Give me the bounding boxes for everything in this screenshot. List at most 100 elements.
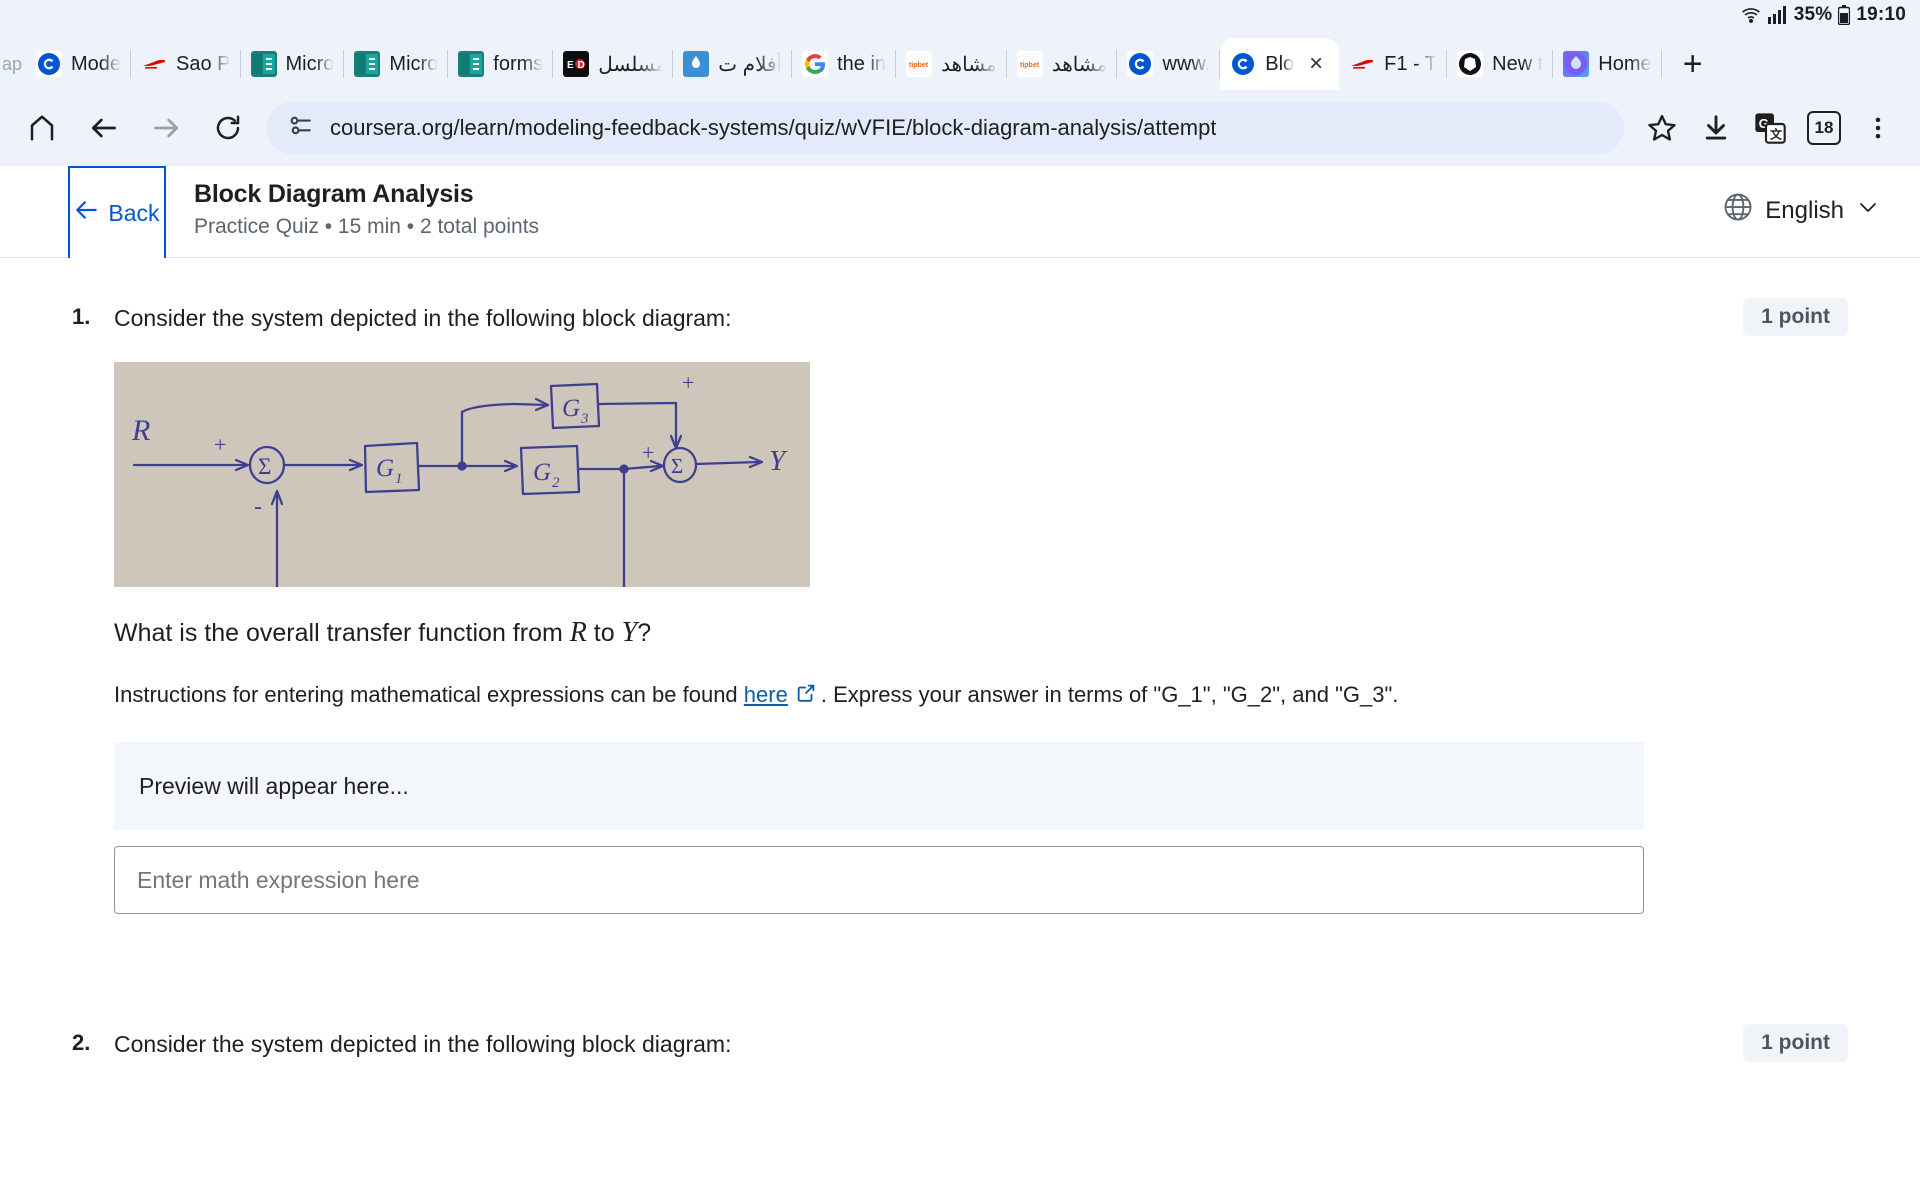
site-settings-icon[interactable] xyxy=(288,113,314,144)
close-icon[interactable]: × xyxy=(1303,50,1329,77)
tab-mosalsal[interactable]: ED مسلسل xyxy=(553,38,674,90)
tab-sao-paulo[interactable]: Sao P xyxy=(131,38,241,90)
microsoft-forms-icon xyxy=(250,51,277,77)
tab-label: Home xyxy=(1598,52,1652,75)
question-1: 1. Consider the system depicted in the f… xyxy=(0,258,1920,915)
tab-mode[interactable]: Mode xyxy=(26,38,132,90)
battery-icon xyxy=(1838,5,1851,25)
instructions-link[interactable]: here xyxy=(744,682,788,707)
svg-text:G: G xyxy=(562,395,580,422)
math-symbol-r: R xyxy=(569,617,587,649)
star-icon[interactable] xyxy=(1638,104,1686,152)
question-text-mid: to xyxy=(586,619,622,648)
coursera-icon xyxy=(1230,51,1257,77)
tab-label: Blo xyxy=(1265,52,1295,75)
tipbet-icon: tipbet xyxy=(906,51,933,77)
tab-aflam[interactable]: أفلام ت xyxy=(673,38,792,90)
tab-home-copilot[interactable]: Home xyxy=(1553,38,1662,90)
svg-text:Σ: Σ xyxy=(671,454,683,478)
coursera-icon xyxy=(36,51,62,77)
tipbet-icon: tipbet xyxy=(1016,51,1043,77)
math-expression-input[interactable]: Enter math expression here xyxy=(114,846,1644,915)
tab-label: F1 - T xyxy=(1384,52,1438,75)
block-diagram-image-1: R Y G1 G2 G3 Σ Σ + - + + xyxy=(114,362,1644,588)
download-icon[interactable] xyxy=(1692,104,1740,152)
wifi-icon xyxy=(1740,5,1762,25)
svg-text:文: 文 xyxy=(1770,127,1783,142)
svg-text:+: + xyxy=(642,440,654,465)
home-icon[interactable] xyxy=(18,104,66,152)
quiz-meta: Block Diagram Analysis Practice Quiz • 1… xyxy=(166,166,1723,239)
svg-text:Σ: Σ xyxy=(258,454,271,479)
question-number: 1. xyxy=(72,304,91,329)
tab-label: Mode xyxy=(71,52,122,75)
tab-label: New t xyxy=(1492,52,1544,75)
tab-strip: ap Mode Sao P Micro Micro forms ED مسلسل… xyxy=(0,30,1920,90)
f1-icon xyxy=(1349,51,1375,77)
globe-icon xyxy=(1723,192,1753,229)
question-text-post: ? xyxy=(637,619,652,648)
google-translate-icon[interactable]: G 文 xyxy=(1746,104,1794,152)
microsoft-forms-icon xyxy=(354,51,381,77)
svg-text:1: 1 xyxy=(395,471,403,487)
svg-text:tipbet: tipbet xyxy=(1020,62,1040,69)
instructions-pre: Instructions for entering mathematical e… xyxy=(114,682,744,708)
svg-text:D: D xyxy=(578,60,585,71)
tab-counter-button[interactable]: 18 xyxy=(1800,104,1848,152)
tab-google-search[interactable]: the in xyxy=(792,38,897,90)
microsoft-forms-icon xyxy=(458,51,485,77)
math-preview-box: Preview will appear here... xyxy=(114,742,1644,831)
address-bar[interactable]: coursera.org/learn/modeling-feedback-sys… xyxy=(266,102,1624,154)
tab-label: مشاهد xyxy=(1051,53,1108,76)
tab-moshahed-1[interactable]: tipbet مشاهد xyxy=(896,38,1007,90)
question-text-pre: What is the overall transfer function fr… xyxy=(114,619,570,648)
tab-coursera-www[interactable]: www. xyxy=(1117,38,1221,90)
back-button-label: Back xyxy=(108,199,160,226)
question-text: What is the overall transfer function fr… xyxy=(114,617,1644,649)
language-selector[interactable]: English xyxy=(1723,166,1880,229)
url-text: coursera.org/learn/modeling-feedback-sys… xyxy=(330,115,1217,140)
svg-text:3: 3 xyxy=(580,411,589,427)
tab-new-tab[interactable]: New t xyxy=(1447,38,1554,90)
handwritten-block-diagram: R Y G1 G2 G3 Σ Σ + - + + xyxy=(114,362,810,588)
instructions-post: . Express your answer in terms of "G_1",… xyxy=(820,682,1399,708)
copilot-icon xyxy=(1563,51,1590,77)
page-content: Back Block Diagram Analysis Practice Qui… xyxy=(0,166,1920,1072)
question-points-badge: 1 point xyxy=(1743,298,1848,336)
svg-text:+: + xyxy=(682,370,694,395)
math-instructions: Instructions for entering mathematical e… xyxy=(114,682,1644,710)
language-label: English xyxy=(1765,196,1844,224)
quiz-header: Back Block Diagram Analysis Practice Qui… xyxy=(0,166,1920,258)
ed-icon: ED xyxy=(563,51,590,77)
brave-icon xyxy=(1457,51,1484,77)
question-points-badge: 1 point xyxy=(1743,1024,1848,1063)
tab-label: Sao P xyxy=(176,52,231,75)
tab-label: Micro xyxy=(389,52,439,75)
svg-text:+: + xyxy=(214,432,226,457)
quiz-subtitle: Practice Quiz • 15 min • 2 total points xyxy=(194,215,540,238)
new-tab-button[interactable]: + xyxy=(1668,38,1718,90)
tab-microsoft-forms-1[interactable]: Micro xyxy=(241,38,345,90)
svg-text:G: G xyxy=(533,459,551,486)
reload-icon[interactable] xyxy=(204,104,252,152)
back-button[interactable]: Back xyxy=(68,166,166,258)
page-title: Block Diagram Analysis xyxy=(194,180,474,208)
question-prompt: Consider the system depicted in the foll… xyxy=(114,1031,732,1058)
chevron-down-icon xyxy=(1856,195,1880,226)
f1-icon xyxy=(141,51,167,77)
external-link-icon[interactable] xyxy=(795,682,817,710)
tab-f1[interactable]: F1 - T xyxy=(1339,38,1448,90)
svg-text:-: - xyxy=(254,494,262,520)
three-dot-menu-icon[interactable] xyxy=(1854,104,1902,152)
back-arrow-icon[interactable] xyxy=(80,104,128,152)
svg-text:2: 2 xyxy=(552,475,560,491)
signal-icon xyxy=(1767,6,1788,24)
tab-moshahed-2[interactable]: tipbet مشاهد xyxy=(1007,38,1118,90)
svg-text:E: E xyxy=(567,60,574,71)
tab-forms[interactable]: forms xyxy=(448,38,554,90)
tab-label: www. xyxy=(1162,52,1211,75)
tab-block-diagram-analysis[interactable]: Blo × xyxy=(1220,38,1340,90)
tab-microsoft-forms-2[interactable]: Micro xyxy=(344,38,449,90)
tab-partial-left[interactable]: ap xyxy=(0,38,26,90)
